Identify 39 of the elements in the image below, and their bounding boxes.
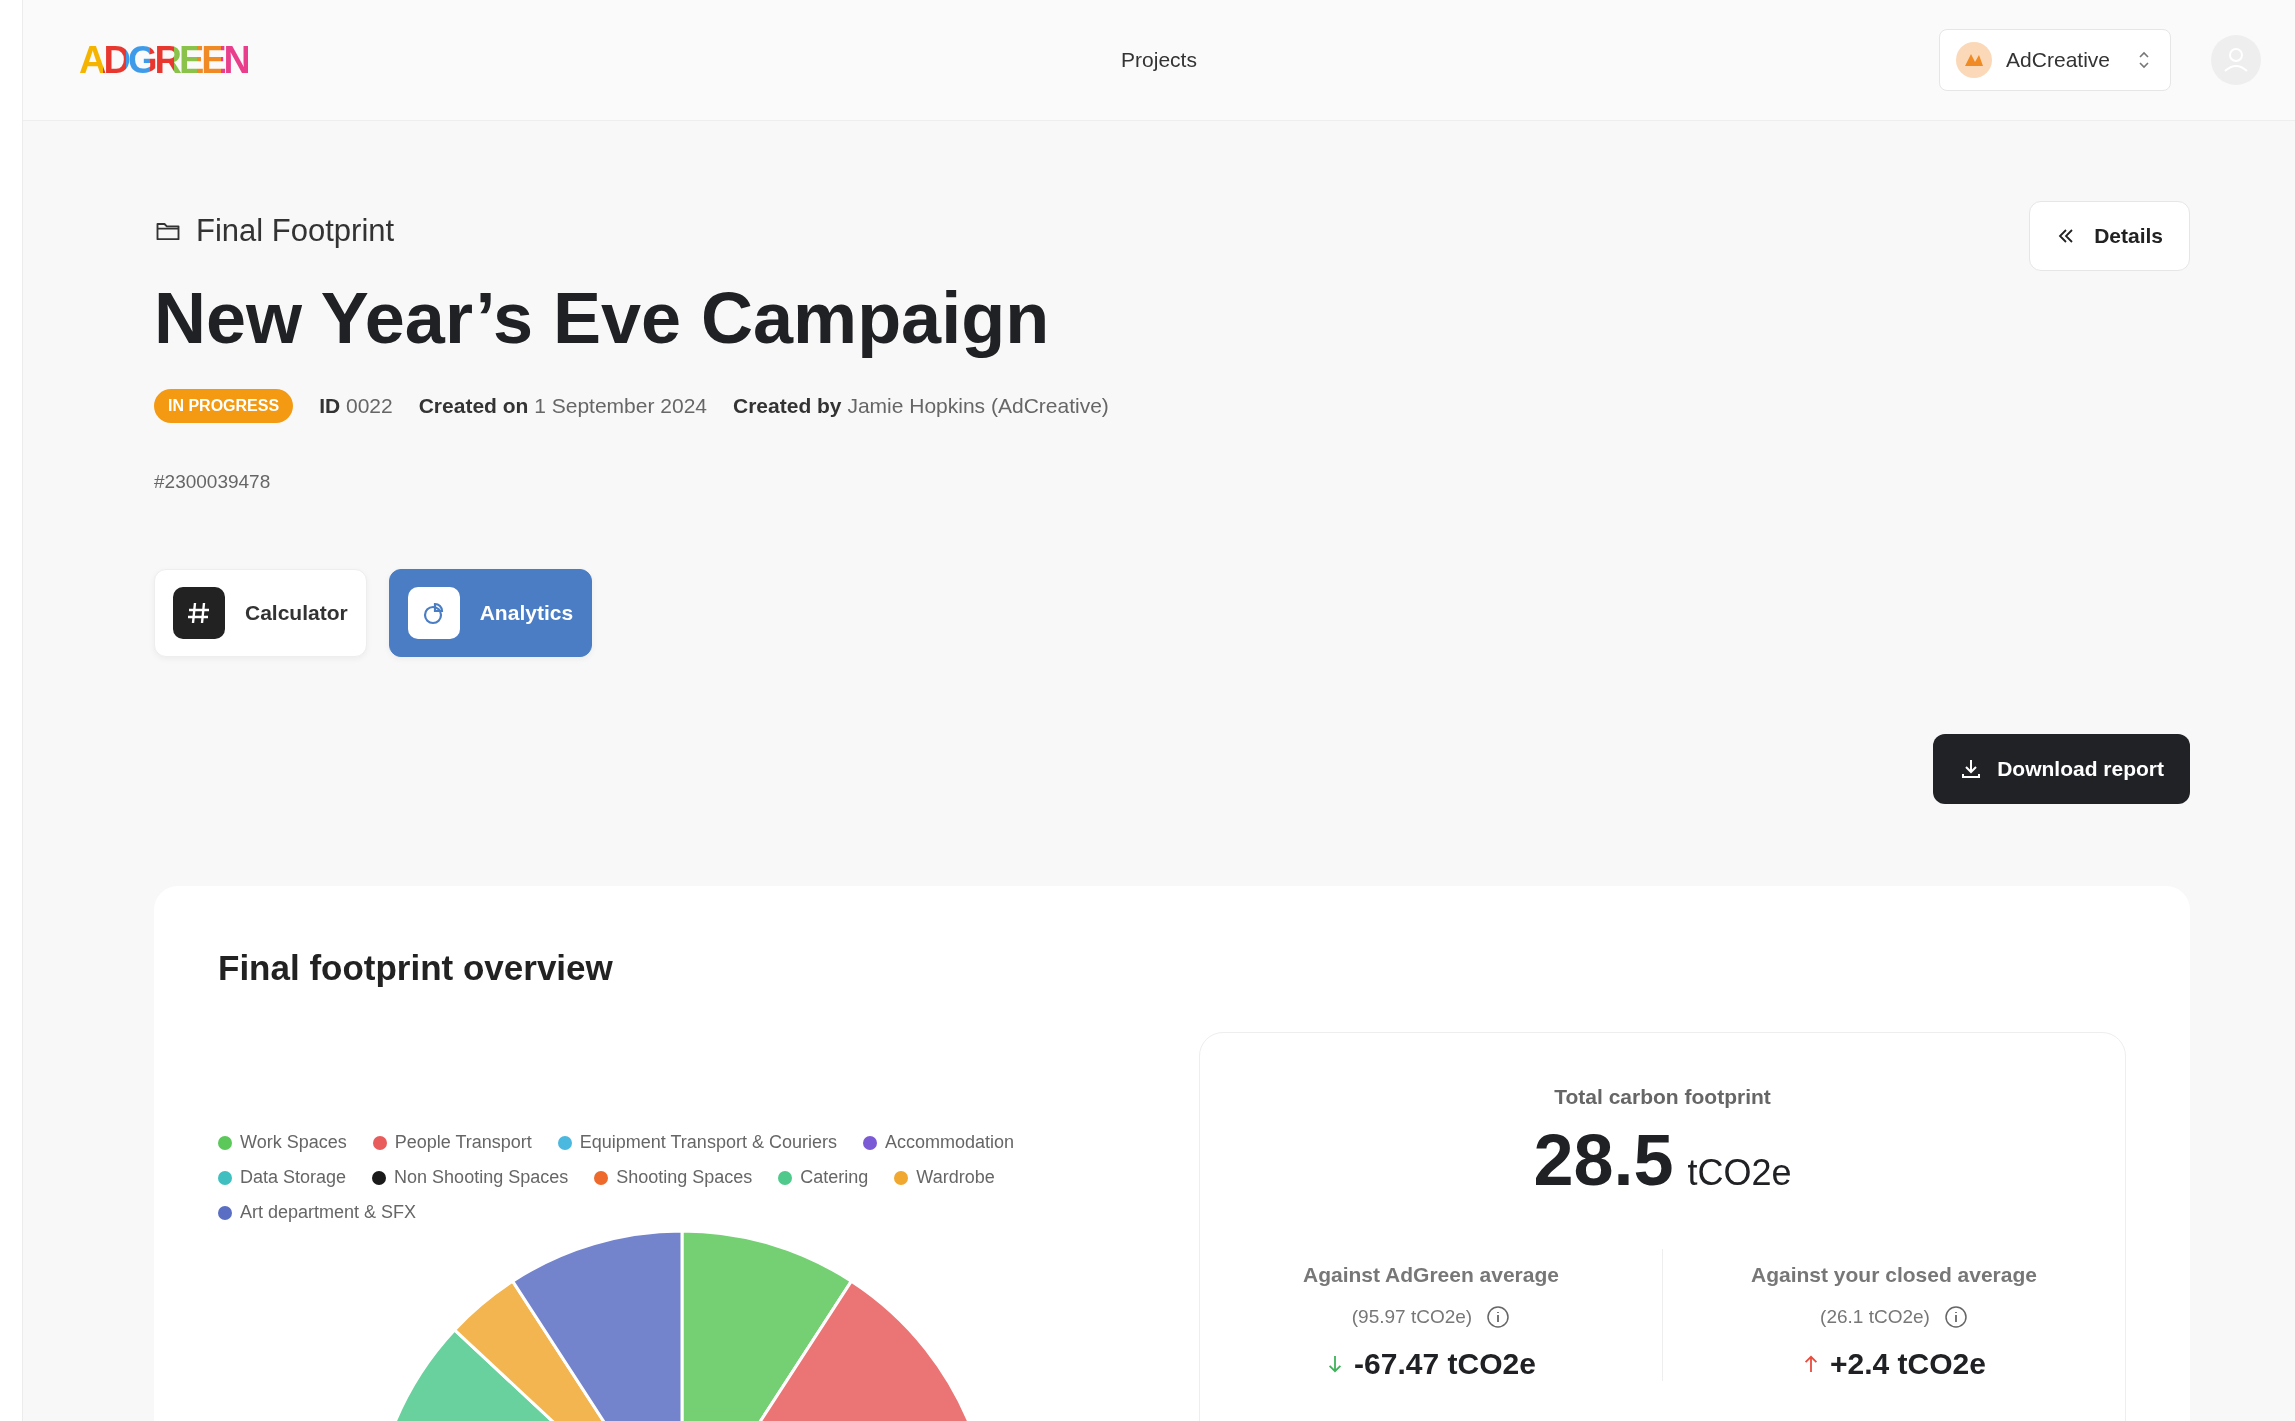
status-badge: IN PROGRESS — [154, 389, 294, 424]
legend-label: Data Storage — [240, 1167, 347, 1189]
comparison-reference: (26.1 tCO2e) — [1820, 1306, 1930, 1329]
comparison-label: Against your closed average — [1751, 1263, 2037, 1288]
total-label: Total carbon footprint — [1554, 1085, 1771, 1110]
info-icon[interactable] — [1943, 1305, 1968, 1330]
meta-text: ID 0022 — [319, 394, 393, 419]
legend-label: Catering — [800, 1167, 869, 1189]
tab[interactable]: Calculator — [154, 569, 367, 658]
info-icon[interactable] — [1486, 1305, 1511, 1330]
legend-label: Art department & SFX — [240, 1202, 417, 1224]
meta-text: Created on 1 September 2024 — [418, 394, 707, 419]
comparison-reference: (95.97 tCO2e) — [1351, 1306, 1473, 1329]
total-value: 28.5 — [1533, 1119, 1674, 1202]
details-button[interactable]: Details — [2029, 201, 2190, 271]
legend-label: Work Spaces — [240, 1132, 347, 1154]
legend-label: Accommodation — [884, 1132, 1014, 1154]
comparison-label: Against AdGreen average — [1303, 1263, 1559, 1288]
chevron-up-down-icon — [2138, 50, 2150, 70]
total-unit: tCO2e — [1687, 1152, 1792, 1195]
hash-icon — [173, 587, 225, 640]
comparison-delta: +2.4 tCO2e — [1830, 1347, 1986, 1382]
workspace-logo-icon — [1956, 42, 1993, 78]
legend-label: Wardrobe — [916, 1167, 995, 1189]
project-title: New Year’s Eve Campaign — [154, 277, 1051, 360]
legend-label: People Transport — [394, 1132, 532, 1154]
legend-label: Equipment Transport & Couriers — [579, 1132, 837, 1154]
reference-number: #2300039478 — [154, 471, 272, 494]
legend-label: Shooting Spaces — [616, 1167, 753, 1189]
comparison-delta: -67.47 tCO2e — [1354, 1347, 1536, 1382]
workspace-selector[interactable]: AdCreative — [1939, 29, 2171, 91]
tab[interactable]: Analytics — [388, 569, 593, 658]
meta-text: Created by Jamie Hopkins (AdCreative) — [733, 394, 1109, 419]
legend-label: Non Shooting Spaces — [394, 1167, 569, 1189]
section-title: Final footprint overview — [218, 948, 614, 989]
nav-link[interactable]: Projects — [1121, 48, 1197, 71]
breadcrumb[interactable]: Final Footprint — [196, 213, 395, 249]
chart-icon — [407, 587, 460, 640]
download-report-button[interactable]: Download report — [1933, 734, 2190, 805]
